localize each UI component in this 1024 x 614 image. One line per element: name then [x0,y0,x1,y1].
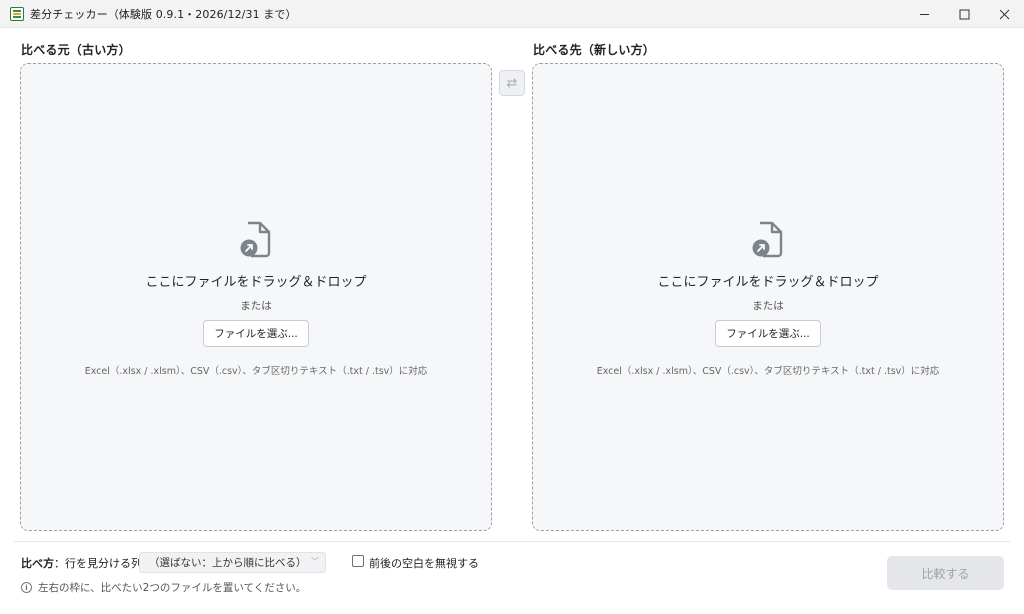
compare-button[interactable]: 比較する [887,556,1004,590]
left-choose-file-button[interactable]: ファイルを選ぶ... [203,320,309,347]
status-hint: i 左右の枠に、比べたい2つのファイルを置いてください。 [21,580,306,595]
left-or-text: または [240,300,272,312]
compare-method-label: 比べ方：行を見分ける列 [21,555,142,571]
window-title: 差分チェッカー（体験版 0.9.1・2026/12/31 まで） [30,7,297,21]
left-supported-formats: Excel（.xlsx / .xlsm）、CSV（.csv）、タブ区切りテキスト… [84,366,428,377]
right-or-text: または [752,300,784,312]
ignore-whitespace-label[interactable]: 前後の空白を無視する [369,555,479,571]
method-label: 比べ方 [21,557,54,570]
right-drop-text: ここにファイルをドラッグ＆ドロップ [657,275,879,290]
left-dropzone-content: ここにファイルをドラッグ＆ドロップ または ファイルを選ぶ... Excel（.… [21,219,491,377]
minimize-button[interactable] [904,0,944,28]
right-supported-formats: Excel（.xlsx / .xlsm）、CSV（.csv）、タブ区切りテキスト… [596,366,940,377]
left-drop-text: ここにファイルをドラッグ＆ドロップ [145,275,367,290]
window-controls [904,0,1024,28]
close-icon [999,9,1009,19]
maximize-button[interactable] [944,0,984,28]
right-panel-label: 比べる先（新しい方） [533,43,656,57]
footer-divider [14,541,1010,542]
key-column-select[interactable]: （選ばない：上から順に比べる） ﹀ [139,552,326,573]
info-icon: i [21,582,32,593]
left-panel-label: 比べる元（古い方） [21,43,131,57]
ignore-whitespace-checkbox[interactable] [352,555,364,567]
left-dropzone[interactable]: ここにファイルをドラッグ＆ドロップ または ファイルを選ぶ... Excel（.… [20,63,492,531]
file-arrow-icon [752,221,783,258]
chevron-down-icon: ﹀ [311,557,319,566]
spreadsheet-app-icon [10,6,24,21]
swap-button[interactable]: ⇄ [499,70,525,96]
key-column-select-value: （選ばない：上から順に比べる） [149,557,307,569]
maximize-icon [959,9,969,19]
minimize-icon [919,13,929,15]
key-column-label: ：行を見分ける列 [54,557,142,570]
swap-icon: ⇄ [506,75,518,91]
right-dropzone[interactable]: ここにファイルをドラッグ＆ドロップ または ファイルを選ぶ... Excel（.… [532,63,1004,531]
right-choose-file-button[interactable]: ファイルを選ぶ... [715,320,821,347]
title-bar[interactable]: 差分チェッカー（体験版 0.9.1・2026/12/31 まで） [0,0,1024,28]
status-hint-text: 左右の枠に、比べたい2つのファイルを置いてください。 [38,582,307,594]
close-button[interactable] [984,0,1024,28]
file-arrow-icon [240,221,271,258]
right-dropzone-content: ここにファイルをドラッグ＆ドロップ または ファイルを選ぶ... Excel（.… [533,219,1003,377]
